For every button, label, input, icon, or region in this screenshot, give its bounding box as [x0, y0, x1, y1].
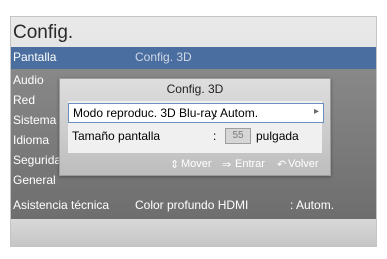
config-3d-popup: Config. 3D Modo reproduc. 3D Blu-ray : A…	[59, 78, 331, 176]
return-icon: ↶	[277, 159, 287, 171]
footer-enter: Entrar	[235, 158, 265, 170]
menu-item-general[interactable]: General	[13, 173, 56, 187]
up-down-arrow-icon: ⇕	[170, 159, 180, 171]
screen-size-input[interactable]: 55	[225, 128, 251, 144]
setting-value-color-profundo: : Autom.	[290, 198, 335, 212]
screen-size-unit: pulgada	[256, 129, 299, 143]
footer-back: Volver	[288, 158, 319, 170]
panel-bottom-area	[11, 219, 376, 246]
submenu-title: Config. 3D	[135, 50, 192, 64]
option-colon-screen-size: :	[213, 129, 217, 143]
chevron-right-icon: ▸	[313, 106, 319, 117]
enter-icon: ⇒	[222, 159, 232, 171]
menu-item-pantalla-label: Pantalla	[13, 50, 57, 64]
menu-item-audio[interactable]: Audio	[13, 73, 44, 87]
popup-body: Modo reproduc. 3D Blu-ray : Autom. ▸ Tam…	[68, 101, 324, 153]
menu-row-asistencia[interactable]: Asistencia técnica Color profundo HDMI :…	[11, 195, 376, 215]
footer-move: Mover	[181, 158, 212, 170]
popup-footer: ⇕ Mover ⇒ Entrar ↶ Volver	[60, 157, 330, 173]
menu-item-idioma[interactable]: Idioma	[13, 133, 49, 147]
option-label-3d-mode: Modo reproduc. 3D Blu-ray	[73, 106, 218, 120]
menu-item-red[interactable]: Red	[13, 93, 35, 107]
option-row-3d-mode[interactable]: Modo reproduc. 3D Blu-ray : Autom. ▸	[68, 103, 324, 123]
page-title: Config.	[13, 22, 74, 43]
menu-item-sistema[interactable]: Sistema	[13, 113, 56, 127]
menu-item-asistencia-tecnica: Asistencia técnica	[13, 198, 110, 212]
menu-item-pantalla[interactable]: Pantalla Config. 3D	[11, 47, 376, 69]
option-value-3d-mode: : Autom.	[214, 106, 259, 120]
header: Config.	[11, 17, 376, 47]
option-label-screen-size: Tamaño pantalla	[72, 129, 161, 143]
setting-label-color-profundo: Color profundo HDMI	[135, 198, 249, 212]
popup-title: Config. 3D	[166, 82, 224, 96]
screen: Config. Pantalla Config. 3D Audio Red Si…	[0, 0, 387, 259]
option-row-screen-size[interactable]: Tamaño pantalla : 55 pulgada	[72, 127, 322, 145]
